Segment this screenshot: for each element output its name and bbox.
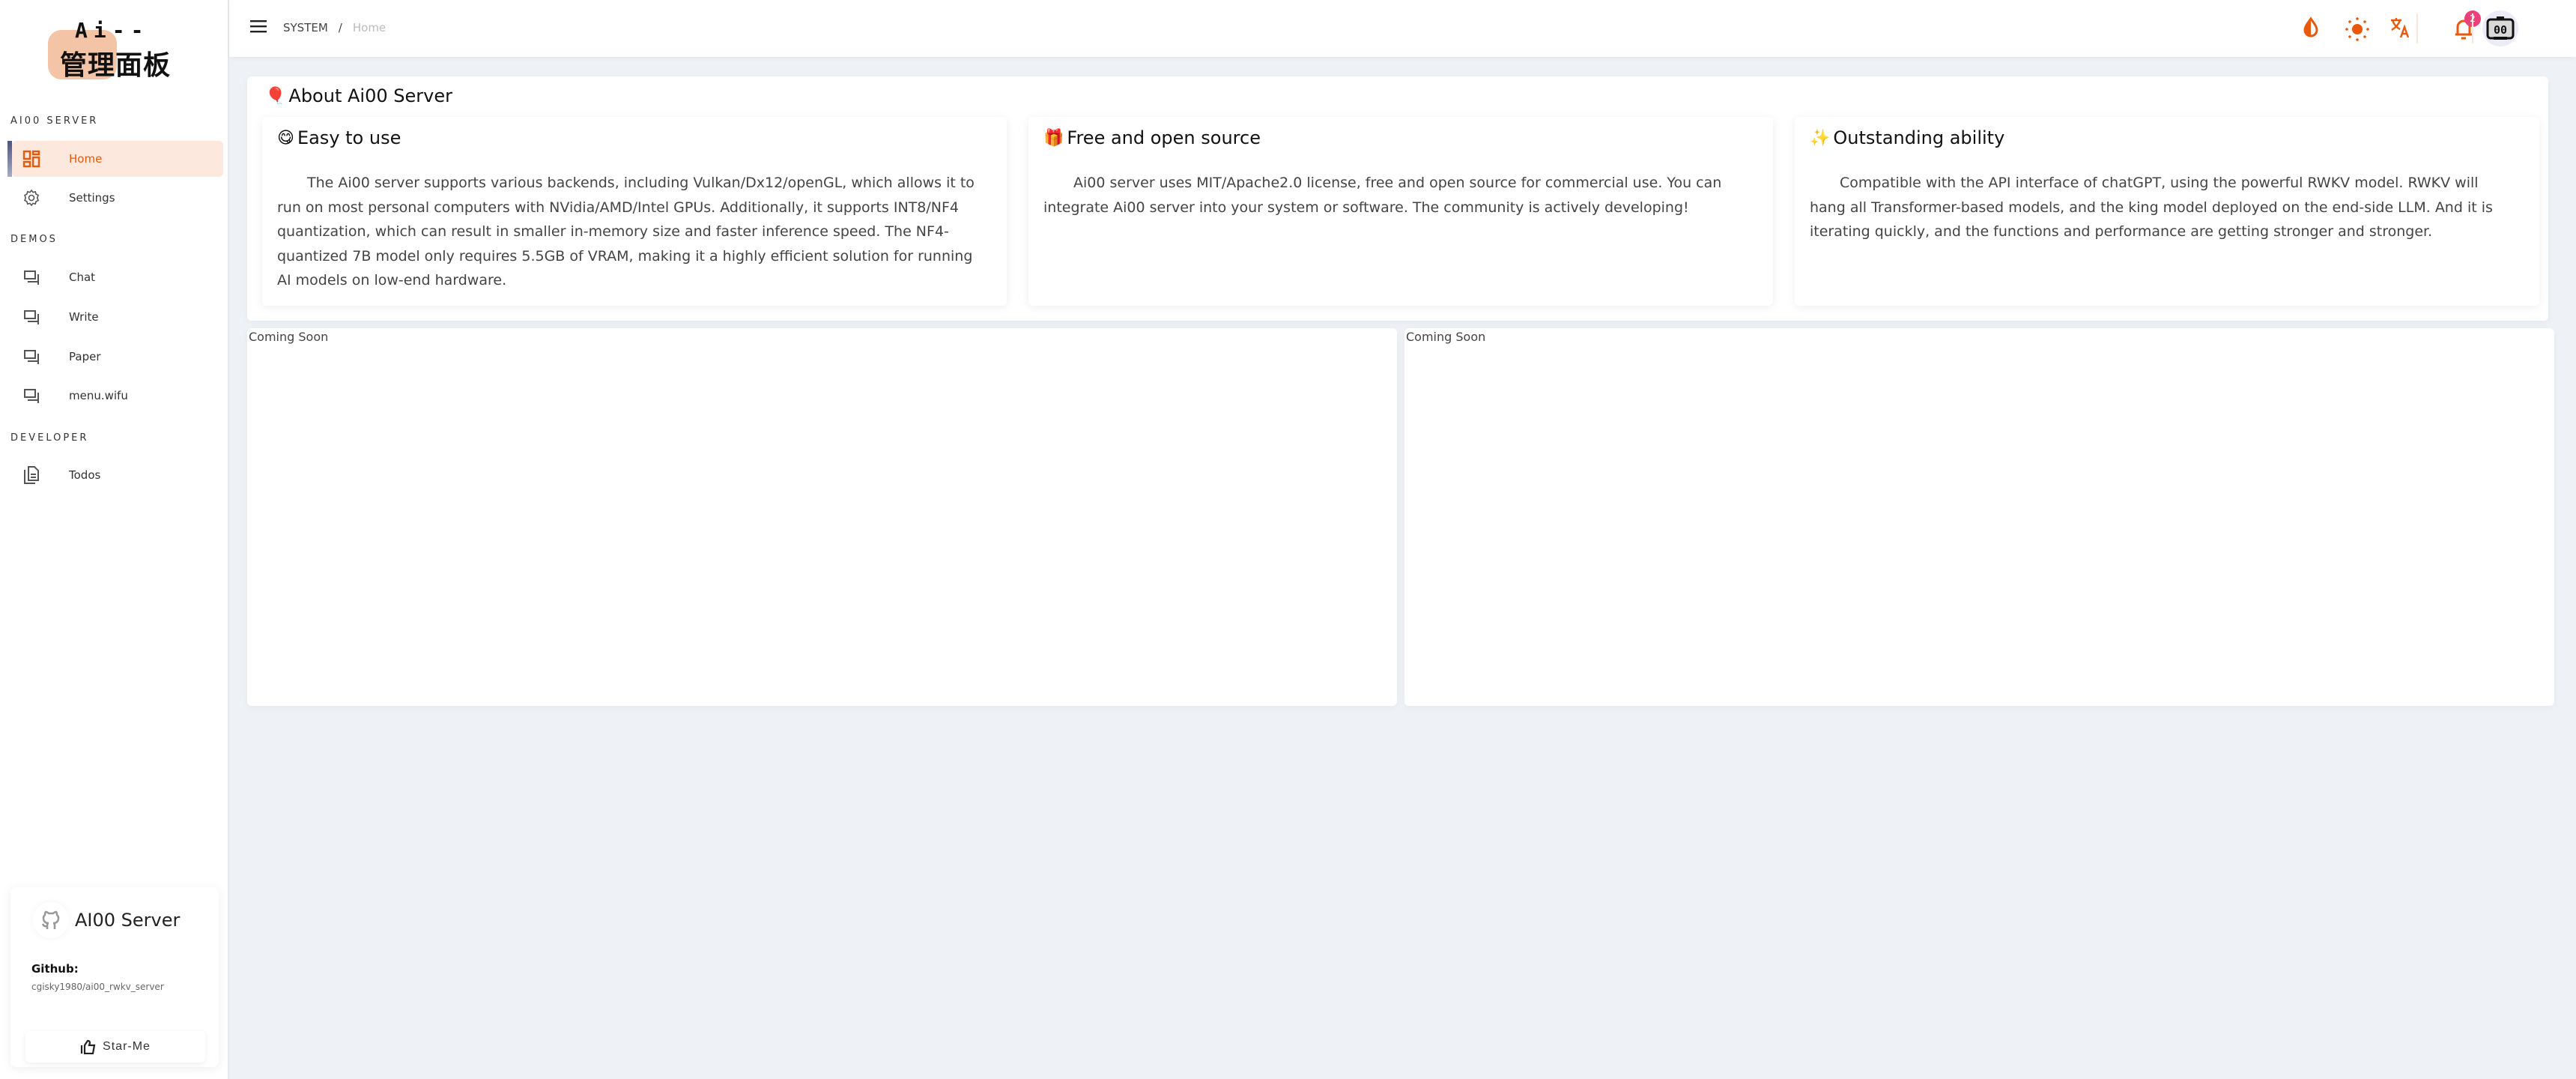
header-divider	[2472, 13, 2473, 43]
sidebar-item-home[interactable]: Home	[7, 141, 223, 177]
sidebar-item-label: Home	[69, 152, 103, 166]
sidebar-item-todos[interactable]: Todos	[12, 457, 223, 493]
document-copy-icon	[16, 465, 46, 485]
breadcrumb: SYSTEM / Home	[283, 21, 386, 34]
chat-icon	[16, 268, 46, 286]
project-info-card: AI00 Server Github: cgisky1980/ai00_rwkv…	[10, 887, 219, 1067]
coming-soon-text: Coming Soon	[1406, 330, 1486, 344]
thumbs-up-icon	[80, 1039, 97, 1054]
breadcrumb-home: Home	[352, 21, 387, 34]
sidebar-item-menu-wifu[interactable]: menu.wifu	[12, 378, 223, 414]
sidebar-item-label: Todos	[69, 468, 101, 482]
about-card: 🎈 About Ai00 Server 😋 Easy to use The Ai…	[247, 76, 2548, 321]
feature-title-text: Easy to use	[297, 127, 401, 148]
feature-description: Ai00 server uses MIT/Apache2.0 license, …	[1043, 175, 1722, 216]
feature-description: Compatible with the API interface of cha…	[1810, 175, 2493, 240]
yum-face-icon: 😋	[277, 128, 294, 148]
coming-soon-panel-left: Coming Soon	[247, 328, 1397, 706]
feature-card-free-and-open-source: 🎁 Free and open source Ai00 server uses …	[1028, 117, 1773, 306]
dashboard-icon	[16, 150, 46, 168]
feature-card-outstanding-ability: ✨ Outstanding ability Compatible with th…	[1795, 117, 2539, 306]
section-title-demos: DEMOS	[10, 234, 58, 245]
sidebar-item-chat[interactable]: Chat	[12, 259, 223, 295]
menu-toggle-icon[interactable]	[250, 19, 267, 36]
gift-icon: 🎁	[1043, 128, 1064, 148]
github-repo-link[interactable]: cgisky1980/ai00_rwkv_server	[31, 982, 164, 992]
sidebar: Ai-- 管理面板 AI00 SERVER Home Settings DEMO…	[0, 0, 229, 1079]
chat-icon	[16, 348, 46, 366]
about-title-text: About Ai00 Server	[288, 85, 452, 106]
sidebar-item-label: Chat	[69, 270, 96, 284]
logo-line-2: 管理面板	[60, 50, 172, 81]
sidebar-item-settings[interactable]: Settings	[12, 180, 223, 216]
sun-icon[interactable]	[2345, 16, 2370, 42]
coming-soon-panel-right: Coming Soon	[1404, 328, 2554, 706]
feature-description: The Ai00 server supports various backend…	[277, 175, 975, 288]
header-divider	[2416, 13, 2418, 43]
feature-title: 🎁 Free and open source	[1043, 127, 1261, 148]
about-title: 🎈 About Ai00 Server	[265, 85, 452, 106]
feature-title-text: Free and open source	[1067, 127, 1261, 148]
balloon-icon: 🎈	[265, 86, 286, 106]
notification-bell-icon[interactable]: 2	[2454, 10, 2481, 40]
github-label: Github:	[31, 962, 79, 976]
feature-title: 😋 Easy to use	[277, 127, 401, 148]
sidebar-item-write[interactable]: Write	[12, 299, 223, 335]
contrast-icon[interactable]	[2301, 16, 2321, 39]
feature-title: ✨ Outstanding ability	[1810, 127, 2004, 148]
breadcrumb-separator: /	[338, 21, 342, 34]
star-me-button[interactable]: Star-Me	[25, 1031, 205, 1063]
sparkles-icon: ✨	[1810, 128, 1831, 148]
avatar[interactable]: 00	[2482, 10, 2518, 46]
top-header: SYSTEM / Home 2 00	[229, 0, 2576, 57]
svg-text:00: 00	[2494, 23, 2507, 37]
chat-icon	[16, 387, 46, 405]
translate-icon[interactable]	[2389, 16, 2412, 39]
feature-title-text: Outstanding ability	[1833, 127, 2005, 148]
sidebar-item-label: Paper	[69, 350, 101, 363]
star-me-label: Star-Me	[103, 1040, 151, 1053]
feature-card-easy-to-use: 😋 Easy to use The Ai00 server supports v…	[262, 117, 1007, 306]
sidebar-item-label: Write	[69, 310, 99, 324]
logo-line-1: Ai--	[75, 18, 150, 43]
sidebar-item-label: Settings	[69, 191, 115, 205]
section-title-developer: DEVELOPER	[10, 432, 89, 444]
gear-icon	[16, 189, 46, 207]
github-icon	[33, 902, 69, 938]
coming-soon-text: Coming Soon	[249, 330, 329, 344]
section-title-ai00-server: AI00 SERVER	[10, 115, 99, 127]
sidebar-item-paper[interactable]: Paper	[12, 339, 223, 375]
sidebar-item-label: menu.wifu	[69, 389, 128, 402]
project-title: AI00 Server	[75, 910, 181, 931]
chat-icon	[16, 308, 46, 326]
logo[interactable]: Ai-- 管理面板	[45, 15, 187, 82]
breadcrumb-system[interactable]: SYSTEM	[283, 21, 328, 34]
